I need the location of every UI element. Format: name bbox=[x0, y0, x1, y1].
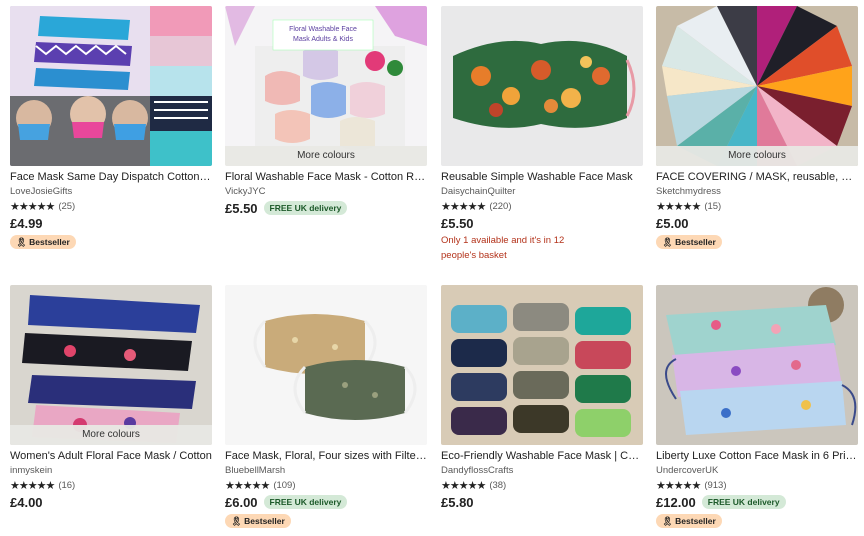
review-count: (220) bbox=[489, 200, 512, 212]
listing-title[interactable]: Floral Washable Face Mask - Cotton Reusa… bbox=[225, 170, 427, 184]
listing-card[interactable]: More colours Women's Adult Floral Face M… bbox=[10, 285, 212, 510]
listing-card[interactable]: Floral Washable Face Mask Adults & Kids … bbox=[225, 6, 427, 216]
listing-image[interactable]: Floral Washable Face Mask Adults & Kids … bbox=[225, 6, 427, 166]
price: £5.00 bbox=[656, 215, 689, 231]
listing-card[interactable]: Eco-Friendly Washable Face Mask | Cotton… bbox=[441, 285, 643, 510]
listing-card[interactable]: Liberty Luxe Cotton Face Mask in 6 Print… bbox=[656, 285, 858, 529]
shop-name: LoveJosieGifts bbox=[10, 186, 73, 197]
price: £5.80 bbox=[441, 494, 474, 510]
listing-grid: Face Mask Same Day Dispatch Cotton Reusa… bbox=[0, 0, 864, 536]
review-count: (913) bbox=[704, 479, 727, 491]
star-rating-icon: ★★★★★ bbox=[10, 200, 55, 213]
more-colours-label: More colours bbox=[656, 146, 858, 166]
rating: ★★★★★ (220) bbox=[441, 199, 643, 213]
urgency-note: Only 1 available and it's in 12 people's… bbox=[441, 235, 565, 261]
listing-card[interactable]: Reusable Simple Washable Face Mask Daisy… bbox=[441, 6, 643, 263]
star-rating-icon: ★★★★★ bbox=[225, 479, 270, 492]
star-rating-icon: ★★★★★ bbox=[441, 479, 486, 492]
rating: ★★★★★ (913) bbox=[656, 478, 858, 492]
listing-title[interactable]: Eco-Friendly Washable Face Mask | Cotton bbox=[441, 449, 643, 463]
listing-card[interactable]: Face Mask, Floral, Four sizes with Filte… bbox=[225, 285, 427, 529]
price: £12.00 bbox=[656, 494, 696, 510]
svg-text:Mask Adults & Kids: Mask Adults & Kids bbox=[293, 36, 353, 43]
bestseller-badge: 🎗 Bestseller bbox=[225, 514, 291, 528]
rating: ★★★★★ (15) bbox=[656, 199, 858, 213]
shop-name: inmyskein bbox=[10, 465, 53, 476]
listing-image[interactable] bbox=[656, 285, 858, 445]
review-count: (16) bbox=[58, 479, 76, 491]
rating: ★★★★★ (109) bbox=[225, 478, 427, 492]
review-count: (38) bbox=[489, 479, 507, 491]
more-colours-label: More colours bbox=[10, 425, 212, 445]
listing-title[interactable]: Reusable Simple Washable Face Mask bbox=[441, 170, 643, 184]
listing-title[interactable]: FACE COVERING / MASK, reusable, washable bbox=[656, 170, 858, 184]
price: £4.00 bbox=[10, 494, 43, 510]
listing-card[interactable]: Face Mask Same Day Dispatch Cotton Reusa… bbox=[10, 6, 212, 250]
price: £4.99 bbox=[10, 215, 43, 231]
price: £5.50 bbox=[441, 215, 474, 231]
listing-image[interactable] bbox=[225, 285, 427, 445]
listing-card[interactable]: More colours FACE COVERING / MASK, reusa… bbox=[656, 6, 858, 250]
listing-image[interactable]: More colours bbox=[656, 6, 858, 166]
listing-image[interactable] bbox=[441, 6, 643, 166]
price: £5.50 bbox=[225, 200, 258, 216]
rating: ★★★★★ (25) bbox=[10, 199, 212, 213]
star-rating-icon: ★★★★★ bbox=[656, 479, 701, 492]
shop-name: DandyflossCrafts bbox=[441, 465, 514, 476]
shop-name: VickyJYC bbox=[225, 186, 266, 197]
star-rating-icon: ★★★★★ bbox=[441, 200, 486, 213]
shop-name: DaisychainQuilter bbox=[441, 186, 516, 197]
review-count: (15) bbox=[704, 200, 722, 212]
bestseller-badge: 🎗 Bestseller bbox=[656, 235, 722, 249]
listing-image[interactable] bbox=[441, 285, 643, 445]
image-caption: Floral Washable Face bbox=[289, 26, 357, 33]
shop-name: Sketchmydress bbox=[656, 186, 721, 197]
free-delivery-badge: FREE UK delivery bbox=[263, 201, 348, 215]
rating: ★★★★★ (16) bbox=[10, 478, 212, 492]
free-delivery-badge: FREE UK delivery bbox=[701, 495, 786, 509]
review-count: (25) bbox=[58, 200, 76, 212]
star-rating-icon: ★★★★★ bbox=[10, 479, 55, 492]
rating: ★★★★★ (38) bbox=[441, 478, 643, 492]
bestseller-badge: 🎗 Bestseller bbox=[656, 514, 722, 528]
price: £6.00 bbox=[225, 494, 258, 510]
listing-image[interactable] bbox=[10, 6, 212, 166]
bestseller-badge: 🎗 Bestseller bbox=[10, 235, 76, 249]
shop-name: BluebellMarsh bbox=[225, 465, 286, 476]
more-colours-label: More colours bbox=[225, 146, 427, 166]
review-count: (109) bbox=[273, 479, 296, 491]
shop-name: UndercoverUK bbox=[656, 465, 719, 476]
free-delivery-badge: FREE UK delivery bbox=[263, 495, 348, 509]
listing-title[interactable]: Face Mask Same Day Dispatch Cotton Reusa… bbox=[10, 170, 212, 184]
listing-title[interactable]: Face Mask, Floral, Four sizes with Filte… bbox=[225, 449, 427, 463]
listing-image[interactable]: More colours bbox=[10, 285, 212, 445]
listing-title[interactable]: Liberty Luxe Cotton Face Mask in 6 Print… bbox=[656, 449, 858, 463]
listing-title[interactable]: Women's Adult Floral Face Mask / Cotton bbox=[10, 449, 212, 463]
star-rating-icon: ★★★★★ bbox=[656, 200, 701, 213]
